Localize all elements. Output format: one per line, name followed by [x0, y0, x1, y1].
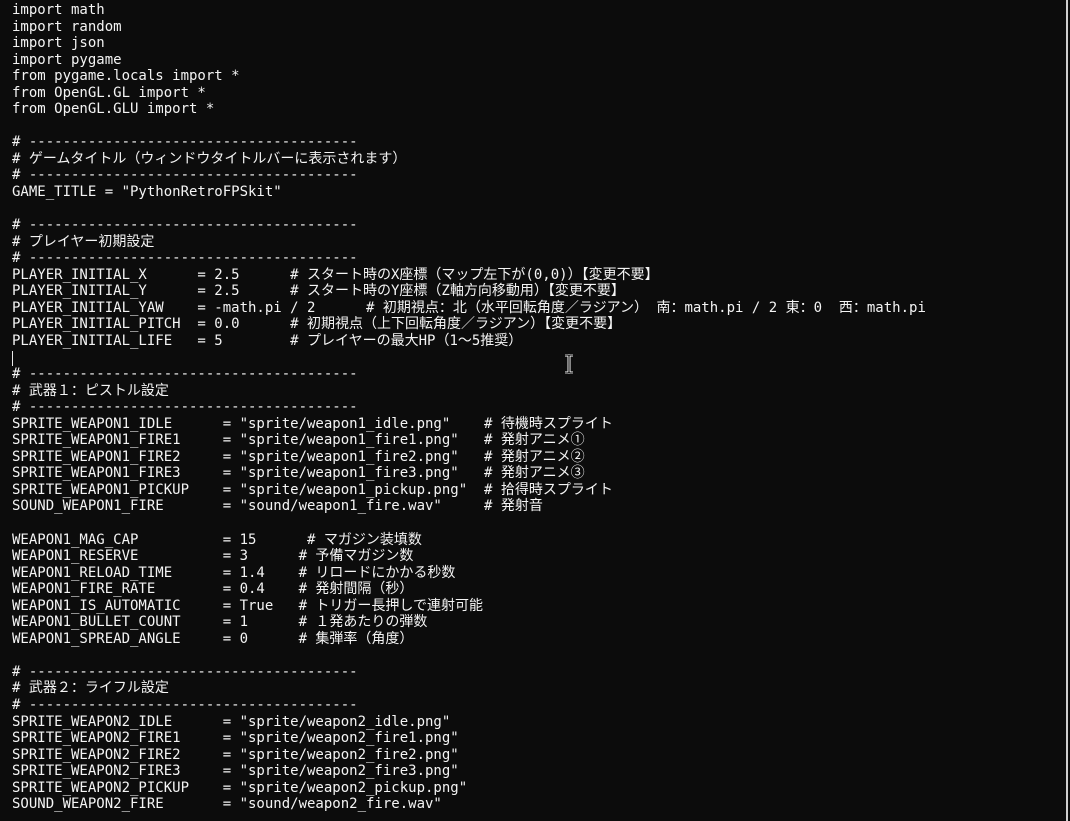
- code-line[interactable]: # 武器２：ライフル設定: [12, 680, 926, 697]
- code-line[interactable]: [12, 647, 926, 664]
- text-caret: [12, 351, 13, 366]
- code-line[interactable]: SPRITE_WEAPON1_FIRE1 = "sprite/weapon1_f…: [12, 432, 926, 449]
- code-line[interactable]: PLAYER_INITIAL_X = 2.5 # スタート時のX座標（マップ左下…: [12, 267, 926, 284]
- code-line[interactable]: WEAPON1_IS_AUTOMATIC = True # トリガー長押しで連射…: [12, 598, 926, 615]
- code-line[interactable]: PLAYER_INITIAL_LIFE = 5 # プレイヤーの最大HP（1～5…: [12, 333, 926, 350]
- code-line[interactable]: [12, 349, 926, 366]
- code-line[interactable]: # 武器１：ピストル設定: [12, 383, 926, 400]
- code-line[interactable]: # --------------------------------------…: [12, 399, 926, 416]
- code-line[interactable]: # --------------------------------------…: [12, 664, 926, 681]
- code-line[interactable]: [12, 118, 926, 135]
- code-line[interactable]: PLAYER_INITIAL_Y = 2.5 # スタート時のY座標（Z軸方向移…: [12, 283, 926, 300]
- code-line[interactable]: from pygame.locals import *: [12, 68, 926, 85]
- code-line[interactable]: PLAYER_INITIAL_YAW = -math.pi / 2 # 初期視点…: [12, 300, 926, 317]
- code-line[interactable]: import random: [12, 19, 926, 36]
- code-line[interactable]: # プレイヤー初期設定: [12, 234, 926, 251]
- code-line[interactable]: SPRITE_WEAPON2_FIRE2 = "sprite/weapon2_f…: [12, 747, 926, 764]
- code-line[interactable]: SPRITE_WEAPON1_FIRE2 = "sprite/weapon1_f…: [12, 449, 926, 466]
- code-line[interactable]: [12, 201, 926, 218]
- code-line[interactable]: from OpenGL.GL import *: [12, 85, 926, 102]
- code-line[interactable]: WEAPON1_FIRE_RATE = 0.4 # 発射間隔（秒）: [12, 581, 926, 598]
- code-line[interactable]: SOUND_WEAPON2_FIRE = "sound/weapon2_fire…: [12, 796, 926, 813]
- code-editor[interactable]: import math import random import json impor…: [0, 0, 1068, 821]
- code-lines[interactable]: import math import random import json impor…: [12, 2, 926, 813]
- code-line[interactable]: import json: [12, 35, 926, 52]
- code-line[interactable]: SPRITE_WEAPON2_IDLE = "sprite/weapon2_id…: [12, 714, 926, 731]
- code-line[interactable]: import math: [12, 2, 926, 19]
- code-line[interactable]: SPRITE_WEAPON1_FIRE3 = "sprite/weapon1_f…: [12, 465, 926, 482]
- code-line[interactable]: # --------------------------------------…: [12, 250, 926, 267]
- code-line[interactable]: WEAPON1_SPREAD_ANGLE = 0 # 集弾率（角度）: [12, 631, 926, 648]
- code-line[interactable]: PLAYER_INITIAL_PITCH = 0.0 # 初期視点（上下回転角度…: [12, 316, 926, 333]
- code-line[interactable]: # --------------------------------------…: [12, 134, 926, 151]
- code-line[interactable]: WEAPON1_BULLET_COUNT = 1 # １発あたりの弾数: [12, 614, 926, 631]
- code-line[interactable]: import pygame: [12, 52, 926, 69]
- code-line[interactable]: # --------------------------------------…: [12, 366, 926, 383]
- code-line[interactable]: # --------------------------------------…: [12, 167, 926, 184]
- text-ibeam-cursor-icon: [565, 354, 573, 374]
- code-line[interactable]: GAME_TITLE = "PythonRetroFPSkit": [12, 184, 926, 201]
- code-line[interactable]: WEAPON1_RESERVE = 3 # 予備マガジン数: [12, 548, 926, 565]
- code-line[interactable]: WEAPON1_RELOAD_TIME = 1.4 # リロードにかかる秒数: [12, 565, 926, 582]
- code-line[interactable]: SPRITE_WEAPON1_IDLE = "sprite/weapon1_id…: [12, 416, 926, 433]
- code-line[interactable]: # --------------------------------------…: [12, 697, 926, 714]
- code-line[interactable]: WEAPON1_MAG_CAP = 15 # マガジン装填数: [12, 532, 926, 549]
- code-line[interactable]: # --------------------------------------…: [12, 217, 926, 234]
- code-line[interactable]: # ゲームタイトル（ウィンドウタイトルバーに表示されます）: [12, 151, 926, 168]
- code-line[interactable]: SOUND_WEAPON1_FIRE = "sound/weapon1_fire…: [12, 498, 926, 515]
- code-line[interactable]: SPRITE_WEAPON2_FIRE1 = "sprite/weapon2_f…: [12, 730, 926, 747]
- code-line[interactable]: from OpenGL.GLU import *: [12, 101, 926, 118]
- code-line[interactable]: SPRITE_WEAPON1_PICKUP = "sprite/weapon1_…: [12, 482, 926, 499]
- code-line[interactable]: [12, 515, 926, 532]
- code-line[interactable]: SPRITE_WEAPON2_PICKUP = "sprite/weapon2_…: [12, 780, 926, 797]
- code-line[interactable]: SPRITE_WEAPON2_FIRE3 = "sprite/weapon2_f…: [12, 763, 926, 780]
